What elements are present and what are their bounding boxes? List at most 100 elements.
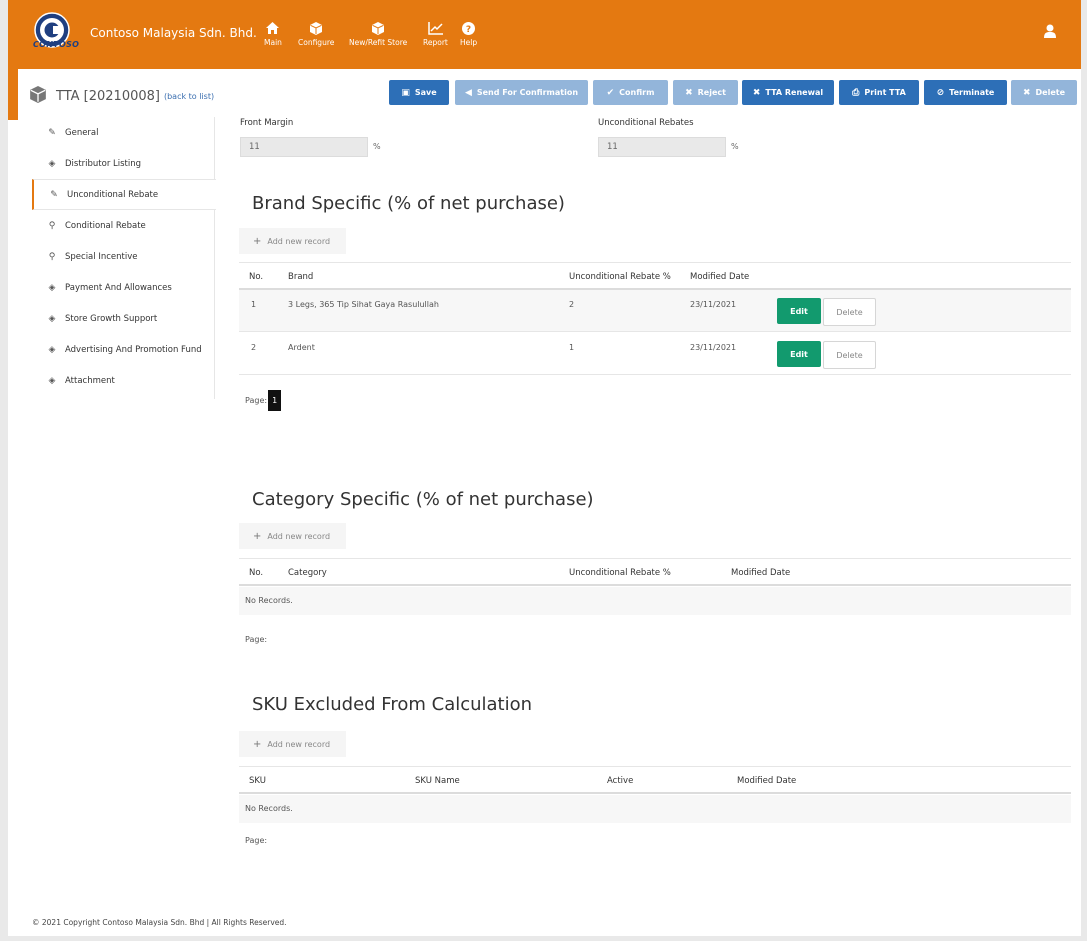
sidebar-item-label: Store Growth Support	[65, 313, 158, 324]
tta-renewal-label: TTA Renewal	[765, 88, 824, 97]
save-label: Save	[414, 88, 437, 97]
ban-icon: ⊘	[936, 87, 945, 98]
brand-add-record-button[interactable]: + Add new record	[239, 228, 346, 254]
confirm-label: Confirm	[619, 88, 655, 97]
page-label: Page:	[245, 635, 268, 644]
bottom-edge	[0, 936, 1087, 941]
sidebar-item-general[interactable]: ✎ General	[32, 117, 215, 148]
sidebar-item-label: Distributor Listing	[65, 158, 142, 169]
delete-label: Delete	[1035, 88, 1066, 97]
cube-icon: ◈	[48, 282, 56, 293]
empty-row: No Records.	[239, 795, 1071, 823]
left-edge	[0, 0, 8, 941]
home-icon	[266, 21, 280, 35]
col-sku-name: SKU Name	[415, 776, 460, 786]
close-icon: ✖	[1022, 87, 1031, 98]
col-category: Category	[288, 568, 327, 578]
nav-new-refit-store-label: New/Refit Store	[349, 38, 408, 47]
print-tta-label: Print TTA	[864, 88, 906, 97]
edit-button[interactable]: Edit	[777, 298, 821, 324]
nav-configure-label: Configure	[298, 38, 335, 47]
nav-new-refit-store[interactable]: New/Refit Store	[349, 21, 407, 47]
category-add-record-button[interactable]: + Add new record	[239, 523, 346, 549]
cube-icon	[30, 86, 46, 106]
col-rebate: Unconditional Rebate %	[569, 568, 671, 578]
back-to-list-link[interactable]: (back to list)	[164, 92, 214, 101]
row-delete-button[interactable]: Delete	[823, 298, 876, 326]
add-record-label: Add new record	[267, 739, 331, 749]
company-name: Contoso Malaysia Sdn. Bhd.	[90, 26, 257, 40]
print-tta-button[interactable]: ⎙ Print TTA	[839, 80, 919, 105]
front-margin-field: 11	[240, 137, 368, 157]
cell-brand: Ardent	[288, 343, 315, 352]
front-margin-label: Front Margin	[240, 118, 294, 128]
category-pager: Page:	[245, 635, 267, 644]
col-no: No.	[249, 568, 264, 578]
sidebar-item-label: General	[65, 127, 99, 138]
page-number-button[interactable]: 1	[268, 390, 282, 411]
sidebar-item-store-growth-support[interactable]: ◈ Store Growth Support	[32, 303, 215, 334]
help-icon: ?	[462, 21, 476, 35]
save-button[interactable]: ▣ Save	[389, 80, 449, 105]
nav-report[interactable]: Report	[423, 21, 448, 47]
delete-button[interactable]: ✖ Delete	[1011, 80, 1077, 105]
close-icon: ✖	[685, 87, 693, 98]
confirm-button[interactable]: ✔ Confirm	[593, 80, 668, 105]
nav-help-label: Help	[460, 38, 478, 47]
sku-add-record-button[interactable]: + Add new record	[239, 731, 346, 757]
col-active: Active	[607, 776, 634, 786]
category-table-header: No. Category Unconditional Rebate % Modi…	[239, 558, 1071, 586]
sidebar-item-conditional-rebate[interactable]: ⚲ Conditional Rebate	[32, 210, 215, 241]
sidebar-item-unconditional-rebate[interactable]: ✎ Unconditional Rebate	[32, 179, 216, 210]
brand-section-title: Brand Specific (% of net purchase)	[252, 193, 565, 214]
send-label: Send For Confirmation	[476, 88, 579, 97]
col-no: No.	[249, 272, 264, 282]
sidebar-item-distributor-listing[interactable]: ◈ Distributor Listing	[32, 148, 215, 179]
tta-renewal-button[interactable]: ✖ TTA Renewal	[742, 80, 834, 105]
front-margin-unit: %	[373, 142, 381, 151]
col-modified: Modified Date	[737, 776, 797, 786]
page-label: Page:	[245, 836, 268, 845]
no-records-text: No Records.	[245, 596, 293, 605]
send-for-confirmation-button[interactable]: ◀ Send For Confirmation	[455, 80, 588, 105]
reject-button[interactable]: ✖ Reject	[673, 80, 738, 105]
print-icon: ⎙	[852, 87, 860, 98]
terminate-button[interactable]: ⊘ Terminate	[924, 80, 1007, 105]
plus-icon: +	[253, 738, 262, 750]
nav-help[interactable]: ? Help	[460, 21, 477, 47]
cube-icon	[372, 21, 385, 35]
sidebar-item-attachment[interactable]: ◈ Attachment	[32, 365, 215, 396]
cube-icon	[310, 21, 323, 35]
row-delete-button[interactable]: Delete	[823, 341, 876, 369]
nav-configure[interactable]: Configure	[298, 21, 334, 47]
sidebar-item-special-incentive[interactable]: ⚲ Special Incentive	[32, 241, 215, 272]
brand-pager: Page: 1	[245, 390, 282, 411]
save-icon: ▣	[401, 87, 410, 98]
col-brand: Brand	[288, 272, 314, 282]
terminate-label: Terminate	[949, 88, 995, 97]
sidebar: ✎ General ◈ Distributor Listing ✎ Unconditi…	[32, 117, 216, 399]
check-icon: ✔	[606, 87, 615, 98]
sidebar-item-advertising-and-promotion-fund[interactable]: ◈ Advertising And Promotion Fund	[32, 334, 215, 365]
pencil-icon: ✎	[48, 127, 56, 138]
cube-icon: ◈	[48, 313, 56, 324]
col-sku: SKU	[249, 776, 266, 786]
user-icon[interactable]	[1044, 24, 1056, 41]
page-title-area: TTA [20210008] (back to list)	[30, 81, 245, 111]
logo-text: CONTOSO	[33, 40, 80, 49]
sku-pager: Page:	[245, 836, 267, 845]
brand-table-header: No. Brand Unconditional Rebate % Modifie…	[239, 262, 1071, 290]
sku-section-title: SKU Excluded From Calculation	[252, 694, 533, 715]
close-icon: ✖	[752, 87, 761, 98]
table-row: 1 3 Legs, 365 Tip Sihat Gaya Rasulullah …	[239, 290, 1071, 332]
nav-main-label: Main	[264, 38, 282, 47]
no-records-text: No Records.	[245, 804, 293, 813]
category-section-title: Category Specific (% of net purchase)	[252, 489, 594, 510]
sidebar-item-payment-and-allowances[interactable]: ◈ Payment And Allowances	[32, 272, 215, 303]
nav-main[interactable]: Main	[264, 21, 282, 47]
cube-icon: ◈	[48, 375, 56, 386]
chart-icon	[428, 21, 443, 35]
table-row: 2 Ardent 1 23/11/2021 Edit Delete	[239, 333, 1071, 375]
sidebar-item-label: Special Incentive	[65, 251, 138, 262]
edit-button[interactable]: Edit	[777, 341, 821, 367]
